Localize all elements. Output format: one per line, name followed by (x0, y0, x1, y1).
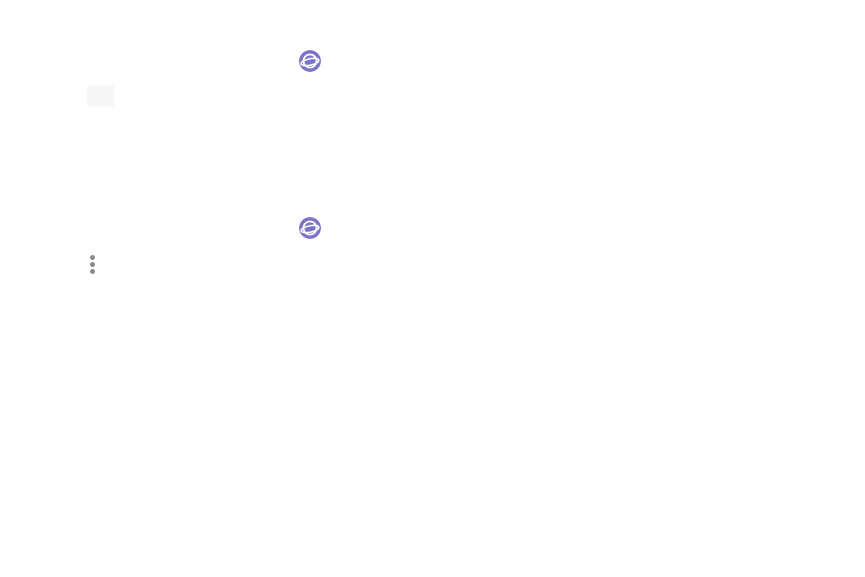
more-options-dot (89, 254, 95, 260)
more-options-icon[interactable] (84, 252, 100, 276)
more-options-dot (89, 261, 95, 267)
more-options-dot (89, 268, 95, 274)
samsung-internet-icon (299, 217, 321, 239)
samsung-internet-icon (299, 50, 321, 72)
tabs-icon[interactable] (87, 85, 114, 107)
